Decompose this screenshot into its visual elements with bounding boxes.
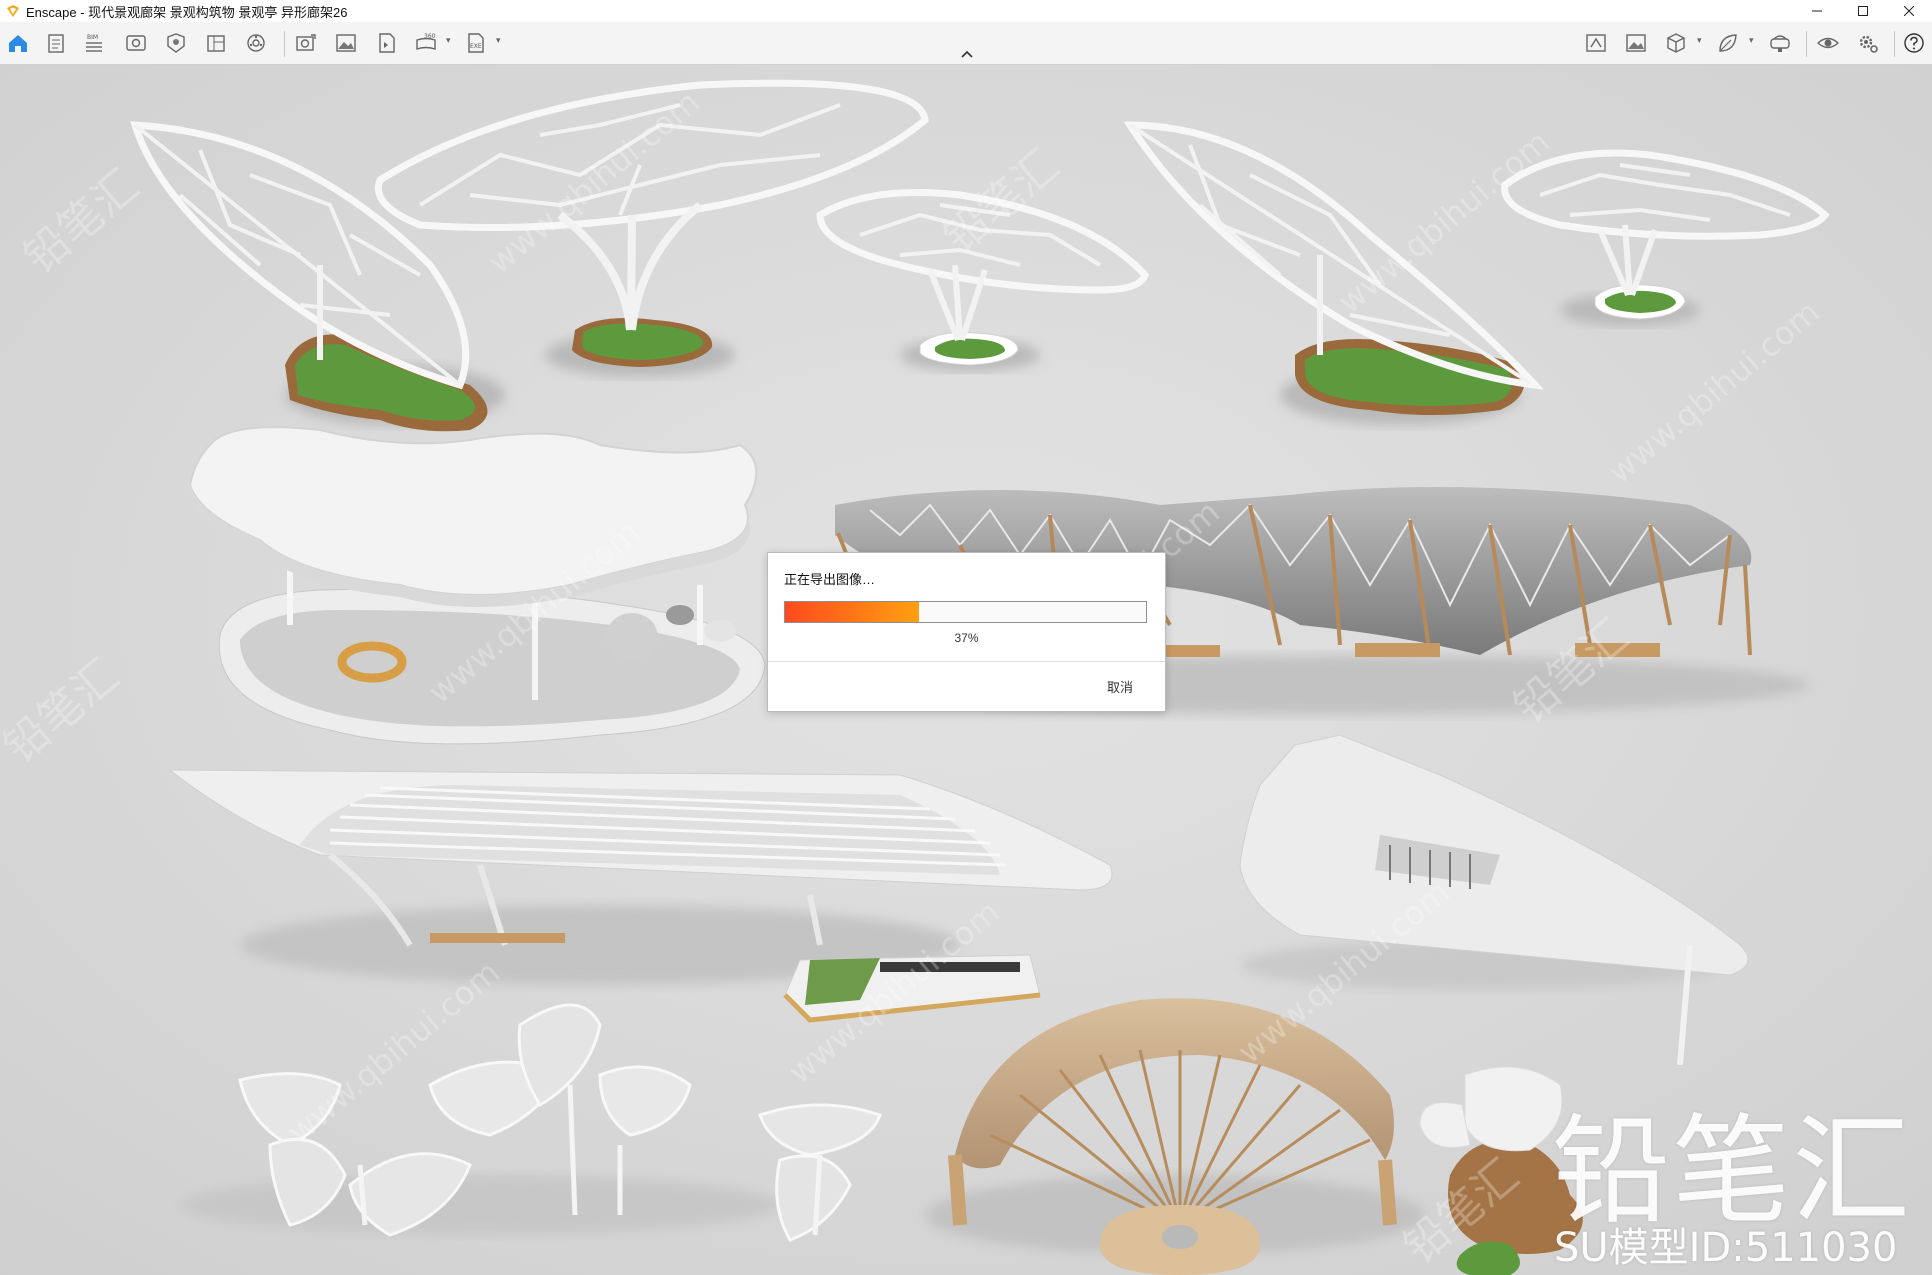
help-icon (1904, 33, 1924, 53)
cancel-button[interactable]: 取消 (1107, 677, 1133, 696)
eye-icon (1816, 37, 1840, 49)
collapse-toolbar-icon[interactable] (958, 49, 976, 59)
sun-button[interactable] (242, 30, 270, 56)
close-icon (1904, 6, 1914, 16)
dialog-title: 正在导出图像… (784, 572, 876, 587)
maximize-icon (1858, 6, 1868, 16)
toolbar: BIM 360 ▾ EXE ▾ ▾ ▾ (0, 22, 1932, 65)
eye-button[interactable] (1814, 30, 1842, 56)
vr-icon (1770, 35, 1790, 52)
model-id-watermark: SU模型ID:511030 (1554, 1225, 1898, 1271)
panorama-button[interactable]: 360 (412, 30, 440, 56)
panorama-dropdown-icon[interactable]: ▾ (446, 36, 454, 45)
document-icon (48, 34, 64, 53)
image-export-button[interactable] (332, 30, 360, 56)
minimize-icon (1812, 10, 1822, 12)
image-icon (1626, 34, 1646, 52)
cube-icon (1667, 33, 1685, 53)
visual-settings-button[interactable] (122, 30, 150, 56)
toolbar-separator (1894, 31, 1895, 57)
visual-settings-icon (126, 35, 146, 51)
vr-button[interactable] (1766, 30, 1794, 56)
cube-button[interactable] (1662, 30, 1690, 56)
bim-icon: BIM (86, 34, 102, 52)
document-button[interactable] (42, 30, 70, 56)
image-button[interactable] (1622, 30, 1650, 56)
window-controls (1794, 0, 1932, 22)
asset-icon (167, 33, 185, 53)
progress-fill (785, 602, 919, 622)
view-management-icon (1586, 34, 1606, 52)
layers-button[interactable] (202, 30, 230, 56)
home-button[interactable] (4, 30, 32, 56)
exe-export-button[interactable]: EXE (462, 30, 490, 56)
home-icon (9, 35, 27, 52)
panorama-icon: 360 (416, 33, 436, 50)
toolbar-separator (1806, 31, 1807, 57)
title-bar: Enscape - 现代景观廊架 景观构筑物 景观亭 异形廊架26 (0, 0, 1932, 23)
image-export-icon (336, 34, 356, 52)
progress-bar (784, 601, 1147, 623)
view-management-button[interactable] (1582, 30, 1610, 56)
leaf-button[interactable] (1714, 30, 1742, 56)
window-title: Enscape - 现代景观廊架 景观构筑物 景观亭 异形廊架26 (26, 4, 348, 20)
settings-button[interactable] (1854, 30, 1882, 56)
progress-label: 37% (954, 631, 979, 645)
enscape-logo-icon (7, 5, 19, 17)
close-button[interactable] (1886, 0, 1932, 22)
batch-render-button[interactable] (372, 30, 400, 56)
bim-label: BIM (87, 34, 98, 41)
exe-export-icon: EXE (468, 33, 484, 53)
minimize-button[interactable] (1794, 0, 1840, 22)
screenshot-icon (296, 34, 316, 51)
dialog-divider (768, 661, 1165, 662)
screenshot-button[interactable] (292, 30, 320, 56)
toolbar-separator (284, 31, 285, 57)
help-button[interactable] (1900, 30, 1928, 56)
asset-library-button[interactable] (162, 30, 190, 56)
batch-render-icon (379, 33, 395, 53)
layers-icon (207, 35, 225, 52)
exe-label: EXE (470, 43, 482, 50)
leaf-dropdown-icon[interactable]: ▾ (1749, 36, 1757, 45)
sun-icon (247, 34, 265, 52)
maximize-button[interactable] (1840, 0, 1886, 22)
bim-button[interactable]: BIM (80, 30, 108, 56)
exe-dropdown-icon[interactable]: ▾ (496, 36, 504, 45)
cube-dropdown-icon[interactable]: ▾ (1697, 36, 1705, 45)
leaf-icon (1719, 34, 1737, 52)
settings-icon (1859, 35, 1878, 53)
export-progress-dialog: 正在导出图像… 37% 取消 (767, 552, 1166, 712)
